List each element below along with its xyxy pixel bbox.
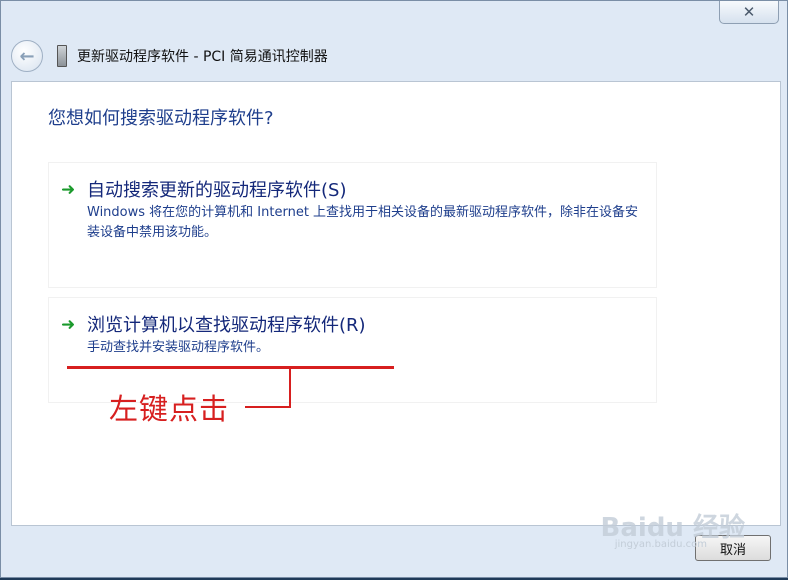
- green-arrow-icon: ➜: [61, 180, 76, 200]
- back-arrow-icon: ←: [19, 45, 35, 67]
- dialog-window: ✕ ← 更新驱动程序软件 - PCI 简易通讯控制器 您想如何搜索驱动程序软件?…: [0, 0, 788, 578]
- option-auto-search[interactable]: ➜ 自动搜索更新的驱动程序软件(S) Windows 将在您的计算机和 Inte…: [48, 162, 657, 288]
- annotation-label: 左键点击: [109, 392, 230, 426]
- green-arrow-icon: ➜: [61, 315, 76, 335]
- back-button[interactable]: ←: [11, 40, 43, 72]
- annotation-underline: [67, 366, 394, 369]
- option-auto-search-title[interactable]: 自动搜索更新的驱动程序软件(S): [87, 176, 346, 202]
- option-auto-search-description: Windows 将在您的计算机和 Internet 上查找用于相关设备的最新驱动…: [87, 205, 639, 240]
- watermark-url: jingyan.baidu.com: [614, 539, 707, 550]
- annotation-connector-horizontal: [245, 406, 291, 408]
- page-heading: 您想如何搜索驱动程序软件?: [48, 108, 274, 129]
- window-title: 更新驱动程序软件 - PCI 简易通讯控制器: [77, 49, 328, 65]
- close-button[interactable]: ✕: [719, 1, 779, 24]
- content-panel: 您想如何搜索驱动程序软件? ➜ 自动搜索更新的驱动程序软件(S) Windows…: [11, 81, 781, 526]
- device-icon: [57, 45, 67, 67]
- close-icon: ✕: [742, 3, 756, 21]
- annotation-connector-vertical: [289, 366, 291, 408]
- option-browse-computer-description: 手动查找并安装驱动程序软件。: [87, 340, 270, 355]
- option-browse-computer-title[interactable]: 浏览计算机以查找驱动程序软件(R): [87, 311, 366, 337]
- title-bar: ← 更新驱动程序软件 - PCI 简易通讯控制器: [11, 39, 777, 73]
